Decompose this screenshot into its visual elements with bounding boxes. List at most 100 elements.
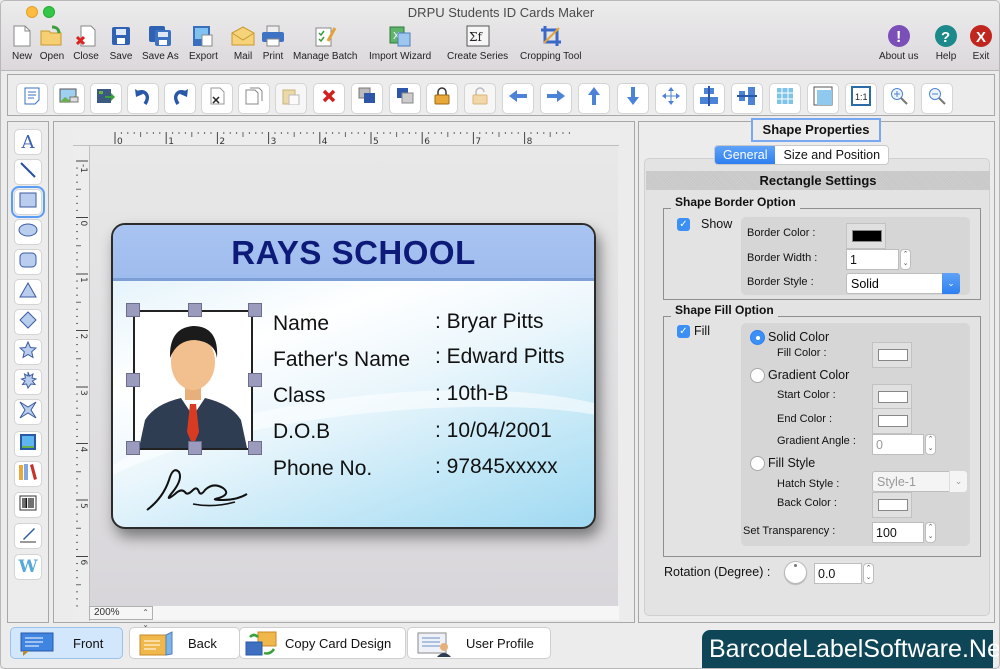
- toolbar-print-button[interactable]: Print: [260, 24, 286, 62]
- rotation-stepper[interactable]: ⌃ ⌄: [863, 563, 874, 584]
- gradient-angle-input[interactable]: 0: [872, 434, 924, 455]
- field-label-class[interactable]: Class: [273, 384, 326, 408]
- resize-handle-nw[interactable]: [126, 303, 140, 317]
- text-tool[interactable]: A: [14, 129, 42, 155]
- rotation-input[interactable]: 0.0: [814, 563, 862, 584]
- library-tool[interactable]: [14, 461, 42, 487]
- watermark-tool[interactable]: W: [14, 554, 42, 580]
- toolbar-mail-button[interactable]: Mail: [230, 24, 256, 62]
- zoom-level-field[interactable]: 200% ⌃ ⌄: [89, 606, 153, 629]
- rounded-rectangle-tool[interactable]: [14, 249, 42, 275]
- starburst-tool[interactable]: [14, 369, 42, 395]
- move-up-button[interactable]: [578, 83, 610, 114]
- toolbar-manage-batch-button[interactable]: Manage Batch: [293, 24, 358, 62]
- show-border-checkbox[interactable]: ✓: [677, 218, 690, 231]
- ellipse-tool[interactable]: [14, 219, 42, 245]
- signature-image[interactable]: [143, 460, 253, 515]
- resize-handle-w[interactable]: [126, 373, 140, 387]
- star-tool[interactable]: [14, 339, 42, 365]
- align-vertical-button[interactable]: [731, 83, 763, 114]
- delete-button[interactable]: [313, 83, 345, 114]
- field-value-father-name[interactable]: : Edward Pitts: [435, 345, 565, 369]
- gradient-angle-stepper[interactable]: ⌃ ⌄: [925, 434, 936, 455]
- field-label-name[interactable]: Name: [273, 312, 329, 336]
- fill-style-radio[interactable]: [750, 456, 765, 471]
- id-card[interactable]: RAYS SCHOOL Name : Bryar Pitts Father's …: [111, 223, 596, 529]
- fill-color-swatch[interactable]: [872, 342, 912, 368]
- resize-handle-sw[interactable]: [126, 441, 140, 455]
- resize-handle-e[interactable]: [248, 373, 262, 387]
- align-horizontal-button[interactable]: [693, 83, 725, 114]
- undo-button[interactable]: [127, 83, 159, 114]
- tab-size-and-position[interactable]: Size and Position: [775, 146, 889, 164]
- export-image-button[interactable]: [90, 83, 122, 114]
- transparency-input[interactable]: 100: [872, 522, 924, 543]
- student-photo[interactable]: [133, 310, 253, 450]
- zoom-out-button[interactable]: [921, 83, 953, 114]
- barcode-tool[interactable]: [14, 492, 42, 518]
- toolbar-help-button[interactable]: ? Help: [933, 24, 959, 62]
- toolbar-open-button[interactable]: Open: [39, 24, 65, 62]
- four-point-star-tool[interactable]: [14, 399, 42, 425]
- copy-card-design-button[interactable]: Copy Card Design: [239, 627, 406, 659]
- resize-handle-s[interactable]: [188, 441, 202, 455]
- resize-handle-se[interactable]: [248, 441, 262, 455]
- insert-image-button[interactable]: [53, 83, 85, 114]
- field-label-dob[interactable]: D.O.B: [273, 420, 330, 444]
- toolbar-about-button[interactable]: ! About us: [879, 24, 918, 62]
- border-width-input[interactable]: 1: [846, 249, 899, 270]
- move-right-button[interactable]: [540, 83, 572, 114]
- toolbar-save-as-button[interactable]: Save As: [142, 24, 179, 62]
- center-button[interactable]: [655, 83, 687, 114]
- picture-tool[interactable]: [14, 431, 42, 457]
- field-value-class[interactable]: : 10th-B: [435, 382, 509, 406]
- ruler-button[interactable]: [807, 83, 839, 114]
- move-left-button[interactable]: [502, 83, 534, 114]
- user-profile-button[interactable]: User Profile: [407, 627, 551, 659]
- bring-to-front-button[interactable]: [351, 83, 383, 114]
- field-label-father-name[interactable]: Father's Name: [273, 348, 410, 372]
- toolbar-create-series-button[interactable]: Σf Create Series: [447, 24, 508, 62]
- cut-button[interactable]: [201, 83, 233, 114]
- start-color-swatch[interactable]: [872, 384, 912, 410]
- toolbar-export-button[interactable]: Export: [189, 24, 218, 62]
- back-color-swatch[interactable]: [872, 492, 912, 518]
- triangle-tool[interactable]: [14, 279, 42, 305]
- border-width-stepper[interactable]: ⌃ ⌄: [900, 249, 911, 270]
- send-to-back-button[interactable]: [389, 83, 421, 114]
- copy-button[interactable]: [238, 83, 270, 114]
- horizontal-scrollbar[interactable]: [153, 606, 619, 620]
- actual-size-button[interactable]: 1:1: [845, 83, 877, 114]
- solid-color-radio[interactable]: [750, 330, 765, 345]
- toolbar-exit-button[interactable]: X Exit: [968, 24, 994, 62]
- border-color-swatch[interactable]: [846, 223, 886, 249]
- border-style-select[interactable]: Solid ⌄: [846, 273, 960, 294]
- lock-button[interactable]: [426, 83, 458, 114]
- hatch-style-select[interactable]: Style-1 ⌄: [872, 471, 967, 492]
- end-color-swatch[interactable]: [872, 408, 912, 434]
- paste-button[interactable]: [275, 83, 307, 114]
- zoom-in-button[interactable]: [883, 83, 915, 114]
- fill-checkbox[interactable]: ✓: [677, 325, 690, 338]
- redo-button[interactable]: [164, 83, 196, 114]
- toolbar-cropping-tool-button[interactable]: Cropping Tool: [520, 24, 582, 62]
- line-tool[interactable]: [14, 159, 42, 185]
- transparency-stepper[interactable]: ⌃ ⌄: [925, 522, 936, 543]
- field-value-phone[interactable]: : 97845xxxxx: [435, 455, 558, 479]
- toolbar-import-wizard-button[interactable]: X Import Wizard: [369, 24, 431, 62]
- resize-handle-ne[interactable]: [248, 303, 262, 317]
- field-value-name[interactable]: : Bryar Pitts: [435, 310, 544, 334]
- resize-handle-n[interactable]: [188, 303, 202, 317]
- rotation-knob[interactable]: [784, 561, 807, 584]
- rectangle-tool[interactable]: [11, 186, 45, 218]
- move-down-button[interactable]: [617, 83, 649, 114]
- field-label-phone[interactable]: Phone No.: [273, 457, 372, 481]
- properties-button[interactable]: [16, 83, 48, 114]
- back-button[interactable]: Back: [129, 627, 240, 659]
- signature-tool[interactable]: [14, 523, 42, 549]
- toolbar-save-button[interactable]: Save: [108, 24, 134, 62]
- unlock-button[interactable]: [464, 83, 496, 114]
- grid-button[interactable]: [769, 83, 801, 114]
- toolbar-new-button[interactable]: New: [9, 24, 35, 62]
- front-button[interactable]: Front: [10, 627, 123, 659]
